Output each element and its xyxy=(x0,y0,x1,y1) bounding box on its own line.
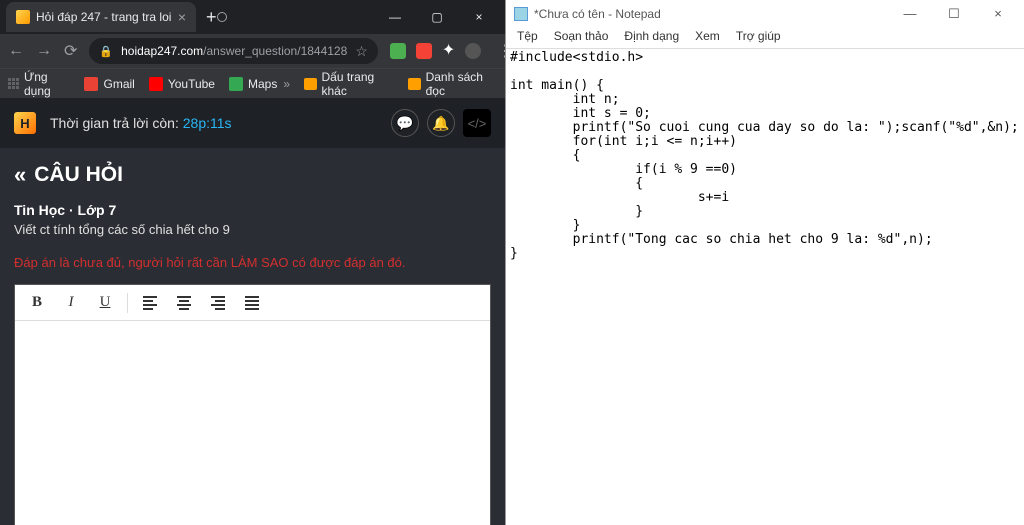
address-bar[interactable]: 🔒 hoidap247.com/answer_question/1844128 … xyxy=(89,38,377,64)
editor-toolbar: B I U xyxy=(15,285,490,321)
minimize-button[interactable]: — xyxy=(383,10,407,24)
back-button[interactable]: ← xyxy=(8,42,24,60)
notepad-window: *Chưa có tên - Notepad — ☐ × Tệp Soạn th… xyxy=(505,0,1024,525)
puzzle-icon[interactable]: ✦ xyxy=(442,43,455,59)
other-bookmarks[interactable]: Dấu trang khác xyxy=(304,70,394,98)
tab-strip: Hỏi đáp 247 - trang tra loi × + — ▢ × xyxy=(0,0,505,34)
align-center-button[interactable] xyxy=(168,288,200,318)
site-header: H Thời gian trả lời còn: 28p:11s 💬 🔔 </> xyxy=(0,98,505,148)
bell-icon[interactable]: 🔔 xyxy=(427,109,455,137)
nav-bar: ← → ⟳ 🔒 hoidap247.com/answer_question/18… xyxy=(0,34,505,68)
answer-editor: B I U xyxy=(14,284,491,525)
menu-format[interactable]: Định dạng xyxy=(617,28,686,48)
align-right-button[interactable] xyxy=(202,288,234,318)
account-icon[interactable] xyxy=(217,12,227,22)
question-text: Viết ct tính tổng các số chia hết cho 9 xyxy=(14,222,491,237)
site-logo[interactable]: H xyxy=(14,112,36,134)
notepad-menubar: Tệp Soạn thảo Định dạng Xem Trợ giúp xyxy=(506,28,1024,48)
bookmark-star-icon[interactable]: ☆ xyxy=(355,43,368,60)
maps-bookmark[interactable]: Maps xyxy=(229,77,277,91)
overflow-icon[interactable]: » xyxy=(283,77,290,91)
maximize-button[interactable]: ▢ xyxy=(425,10,449,24)
question-heading: «CÂU HỎI xyxy=(14,162,491,188)
notepad-text-area[interactable]: #include<stdio.h> int main() { int n; in… xyxy=(506,48,1024,525)
notepad-icon xyxy=(514,7,528,21)
subject-label: Tin Học · Lớp 7 xyxy=(14,202,491,218)
youtube-bookmark[interactable]: YouTube xyxy=(149,77,215,91)
forward-button[interactable]: → xyxy=(36,42,52,60)
italic-button[interactable]: I xyxy=(55,288,87,318)
gmail-bookmark[interactable]: Gmail xyxy=(84,77,134,91)
apps-bookmark[interactable]: Ứng dụng xyxy=(8,70,70,98)
lock-icon: 🔒 xyxy=(99,45,113,58)
menu-edit[interactable]: Soạn thảo xyxy=(547,28,616,48)
align-justify-button[interactable] xyxy=(236,288,268,318)
notepad-title: *Chưa có tên - Notepad xyxy=(534,7,661,21)
favicon-icon xyxy=(16,10,30,24)
align-left-button[interactable] xyxy=(134,288,166,318)
maximize-button[interactable]: ☐ xyxy=(936,6,972,22)
folder-icon xyxy=(408,78,420,90)
page-content: H Thời gian trả lời còn: 28p:11s 💬 🔔 </>… xyxy=(0,98,505,525)
url-text: hoidap247.com/answer_question/1844128 xyxy=(121,44,347,58)
menu-view[interactable]: Xem xyxy=(688,28,727,48)
separator xyxy=(127,293,128,313)
bookmarks-bar: Ứng dụng Gmail YouTube Maps » Dấu trang … xyxy=(0,68,505,98)
back-arrows-icon[interactable]: « xyxy=(14,162,26,188)
menu-help[interactable]: Trợ giúp xyxy=(729,28,788,48)
editor-textarea[interactable] xyxy=(15,321,490,525)
tab-title: Hỏi đáp 247 - trang tra loi xyxy=(36,10,172,24)
reading-list[interactable]: Danh sách đọc xyxy=(408,70,497,98)
browser-tab[interactable]: Hỏi đáp 247 - trang tra loi × xyxy=(6,2,196,32)
bold-button[interactable]: B xyxy=(21,288,53,318)
notepad-titlebar: *Chưa có tên - Notepad — ☐ × xyxy=(506,0,1024,28)
extension-icon[interactable] xyxy=(390,43,406,59)
underline-button[interactable]: U xyxy=(89,288,121,318)
extension-icon[interactable] xyxy=(416,43,432,59)
code-icon[interactable]: </> xyxy=(463,109,491,137)
close-tab-icon[interactable]: × xyxy=(178,9,186,25)
close-button[interactable]: × xyxy=(467,10,491,24)
minimize-button[interactable]: — xyxy=(892,6,928,22)
browser-window: Hỏi đáp 247 - trang tra loi × + — ▢ × ← … xyxy=(0,0,505,525)
new-tab-button[interactable]: + xyxy=(206,7,217,28)
folder-icon xyxy=(304,78,316,90)
chat-icon[interactable]: 💬 xyxy=(391,109,419,137)
timer-label: Thời gian trả lời còn: 28p:11s xyxy=(50,115,232,131)
reload-button[interactable]: ⟳ xyxy=(64,41,77,61)
menu-file[interactable]: Tệp xyxy=(510,28,545,48)
close-button[interactable]: × xyxy=(980,6,1016,22)
window-controls: — ▢ × xyxy=(383,10,499,24)
extensions: ✦ xyxy=(390,43,481,59)
warning-text: Đáp án là chưa đủ, người hỏi rất cần LÀM… xyxy=(14,255,491,270)
profile-icon[interactable] xyxy=(465,43,481,59)
timer-value: 28p:11s xyxy=(183,115,232,131)
